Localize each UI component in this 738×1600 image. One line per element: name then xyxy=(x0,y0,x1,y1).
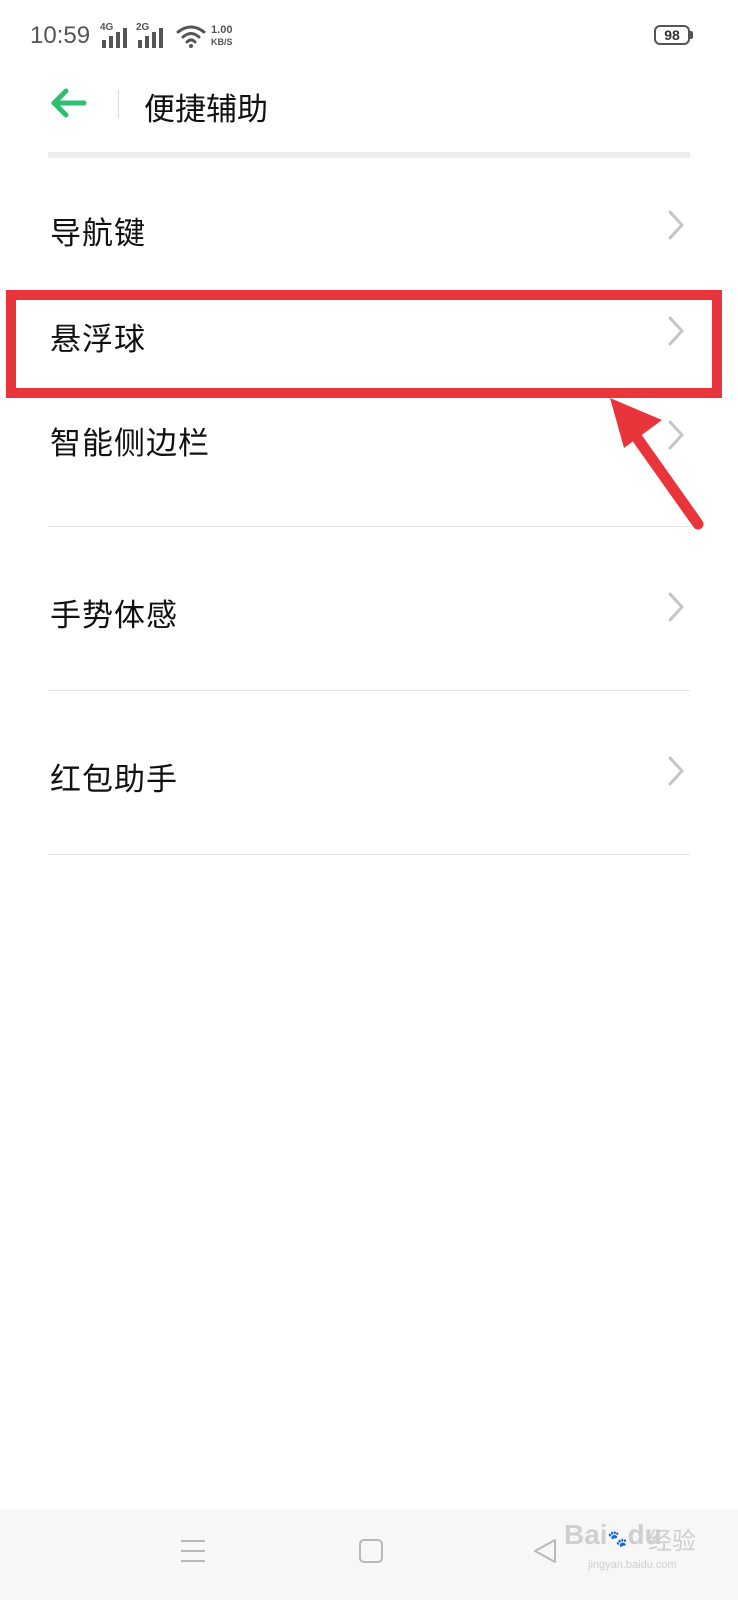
menu-item-gesture-motion[interactable]: 手势体感 xyxy=(0,558,738,662)
menu-item-label: 手势体感 xyxy=(50,598,178,634)
back-icon[interactable] xyxy=(532,1538,558,1564)
status-bar: 10:59 4G 2G 1.00 KB/S 98 xyxy=(0,0,738,72)
back-arrow-icon[interactable] xyxy=(46,86,94,120)
battery-indicator: 98 xyxy=(654,25,690,45)
menu-item-red-packet-assistant[interactable]: 红包助手 xyxy=(0,722,738,826)
app-header: 便捷辅助 xyxy=(0,72,738,152)
section-divider xyxy=(48,526,690,527)
header-divider xyxy=(118,90,119,118)
chevron-right-icon xyxy=(668,592,684,622)
menu-item-label: 悬浮球 xyxy=(50,322,146,358)
menu-item-smart-sidebar[interactable]: 智能侧边栏 xyxy=(0,386,738,490)
menu-item-floating-ball[interactable]: 悬浮球 xyxy=(0,282,738,386)
chevron-right-icon xyxy=(668,756,684,786)
status-time: 10:59 xyxy=(30,22,91,49)
menu-icon[interactable] xyxy=(180,1538,206,1564)
battery-tip xyxy=(690,31,693,39)
header-separator xyxy=(48,152,690,158)
wifi-icon xyxy=(176,25,206,48)
network-speed: 1.00 KB/S xyxy=(211,24,233,47)
chevron-right-icon xyxy=(668,316,684,346)
section-divider xyxy=(48,854,690,855)
menu-item-label: 智能侧边栏 xyxy=(50,426,210,462)
menu-item-label: 导航键 xyxy=(50,216,146,252)
home-icon[interactable] xyxy=(358,1538,384,1564)
menu-item-label: 红包助手 xyxy=(50,762,178,798)
page-title: 便捷辅助 xyxy=(144,92,268,128)
system-nav-bar xyxy=(0,1510,738,1600)
section-divider xyxy=(48,690,690,691)
chevron-right-icon xyxy=(668,210,684,240)
menu-item-navigation-keys[interactable]: 导航键 xyxy=(0,176,738,280)
chevron-right-icon xyxy=(668,420,684,450)
